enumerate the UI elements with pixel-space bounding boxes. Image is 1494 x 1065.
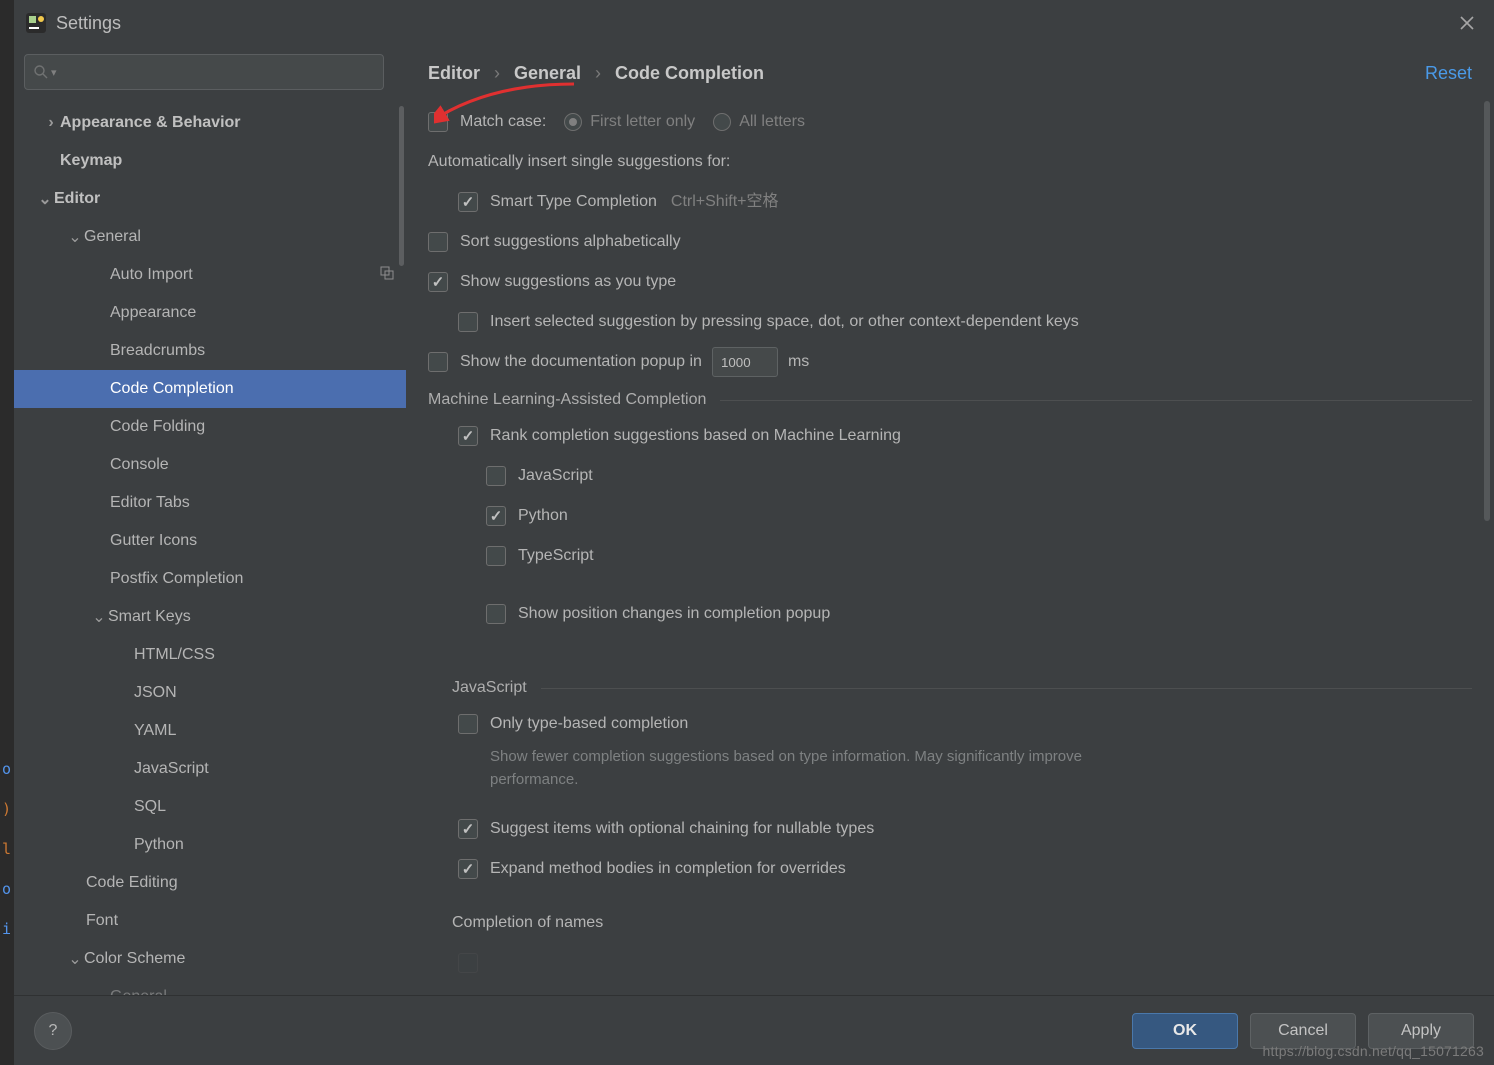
ml-py-label: Python — [518, 504, 568, 528]
ml-show-pos-label: Show position changes in completion popu… — [518, 602, 830, 626]
ml-section-title: Machine Learning-Assisted Completion — [428, 388, 1472, 412]
settings-content: Match case: First letter only All letter… — [406, 100, 1494, 995]
help-button[interactable]: ? — [34, 1012, 72, 1050]
js-optional-chain-label: Suggest items with optional chaining for… — [490, 817, 874, 841]
all-letters-radio[interactable] — [713, 113, 731, 131]
settings-tree: ›Appearance & Behavior Keymap ⌄Editor ⌄G… — [14, 98, 406, 995]
ml-ts-label: TypeScript — [518, 544, 594, 568]
window-title: Settings — [56, 13, 1452, 34]
tree-color-scheme[interactable]: ⌄Color Scheme — [14, 940, 406, 978]
first-letter-label: First letter only — [590, 110, 695, 134]
tree-smart-keys[interactable]: ⌄Smart Keys — [14, 598, 406, 636]
sidebar: ▾ ›Appearance & Behavior Keymap ⌄Editor … — [14, 46, 406, 995]
sort-alpha-checkbox[interactable] — [428, 232, 448, 252]
tree-javascript[interactable]: JavaScript — [14, 750, 406, 788]
tree-json[interactable]: JSON — [14, 674, 406, 712]
doc-popup-delay-input[interactable] — [712, 347, 778, 377]
ml-ts-checkbox[interactable] — [486, 546, 506, 566]
js-completion-names-label: Completion of names — [428, 903, 1472, 943]
close-icon — [1459, 15, 1475, 31]
watermark: https://blog.csdn.net/qq_15071263 — [1263, 1043, 1484, 1059]
chevron-right-icon: › — [494, 63, 500, 84]
breadcrumb-editor[interactable]: Editor — [428, 63, 480, 84]
tree-cs-general[interactable]: General — [14, 978, 406, 995]
tree-code-editing[interactable]: Code Editing — [14, 864, 406, 902]
titlebar: Settings — [14, 0, 1494, 46]
ml-py-checkbox[interactable] — [486, 506, 506, 526]
content-scrollbar[interactable] — [1484, 101, 1490, 521]
help-icon: ? — [49, 1022, 58, 1040]
tree-editor[interactable]: ⌄Editor — [14, 180, 406, 218]
tree-code-completion[interactable]: Code Completion — [14, 370, 406, 408]
app-icon — [26, 13, 46, 33]
sort-alpha-label: Sort suggestions alphabetically — [460, 230, 681, 254]
breadcrumb-general[interactable]: General — [514, 63, 581, 84]
truncated-checkbox[interactable] — [458, 953, 478, 973]
tree-font[interactable]: Font — [14, 902, 406, 940]
show-as-you-type-checkbox[interactable] — [428, 272, 448, 292]
ml-js-checkbox[interactable] — [486, 466, 506, 486]
tree-auto-import[interactable]: Auto Import — [14, 256, 406, 294]
js-only-type-checkbox[interactable] — [458, 714, 478, 734]
smart-type-checkbox[interactable] — [458, 192, 478, 212]
main-panel: Editor › General › Code Completion Reset… — [406, 46, 1494, 995]
show-doc-popup-label-a: Show the documentation popup in — [460, 350, 702, 374]
js-only-type-label: Only type-based completion — [490, 712, 688, 736]
js-expand-override-label: Expand method bodies in completion for o… — [490, 857, 846, 881]
tree-yaml[interactable]: YAML — [14, 712, 406, 750]
js-optional-chain-checkbox[interactable] — [458, 819, 478, 839]
tree-console[interactable]: Console — [14, 446, 406, 484]
match-case-label: Match case: — [460, 110, 546, 134]
tree-html-css[interactable]: HTML/CSS — [14, 636, 406, 674]
tree-code-folding[interactable]: Code Folding — [14, 408, 406, 446]
tree-gutter-icons[interactable]: Gutter Icons — [14, 522, 406, 560]
search-icon — [33, 64, 49, 80]
breadcrumb: Editor › General › Code Completion Reset — [406, 46, 1494, 100]
smart-type-label: Smart Type Completion — [490, 190, 657, 214]
tree-general[interactable]: ⌄General — [14, 218, 406, 256]
tree-postfix-completion[interactable]: Postfix Completion — [14, 560, 406, 598]
sidebar-scrollbar[interactable] — [399, 106, 404, 266]
close-button[interactable] — [1452, 8, 1482, 38]
tree-sql[interactable]: SQL — [14, 788, 406, 826]
background-strip: o ) l o i — [0, 0, 14, 1065]
show-doc-popup-checkbox[interactable] — [428, 352, 448, 372]
smart-type-shortcut: Ctrl+Shift+空格 — [671, 190, 779, 214]
ml-show-pos-checkbox[interactable] — [486, 604, 506, 624]
tree-keymap[interactable]: Keymap — [14, 142, 406, 180]
insert-selected-checkbox[interactable] — [458, 312, 478, 332]
ml-rank-checkbox[interactable] — [458, 426, 478, 446]
ml-rank-label: Rank completion suggestions based on Mac… — [490, 424, 901, 448]
breadcrumb-code-completion: Code Completion — [615, 63, 764, 84]
insert-selected-label: Insert selected suggestion by pressing s… — [490, 310, 1079, 334]
ok-button[interactable]: OK — [1132, 1013, 1238, 1049]
all-letters-label: All letters — [739, 110, 805, 134]
js-only-type-hint: Show fewer completion suggestions based … — [490, 746, 1130, 791]
auto-insert-label: Automatically insert single suggestions … — [428, 142, 1472, 182]
search-input[interactable]: ▾ — [24, 54, 384, 90]
settings-dialog: Settings ▾ ›Appearance & Behavior Keymap… — [14, 0, 1494, 1065]
tree-appearance-behavior[interactable]: ›Appearance & Behavior — [14, 104, 406, 142]
match-case-checkbox[interactable] — [428, 112, 448, 132]
tree-appearance2[interactable]: Appearance — [14, 294, 406, 332]
js-section-title: JavaScript — [452, 676, 1472, 700]
tree-python[interactable]: Python — [14, 826, 406, 864]
copy-icon — [380, 266, 394, 285]
tree-editor-tabs[interactable]: Editor Tabs — [14, 484, 406, 522]
tree-breadcrumbs[interactable]: Breadcrumbs — [14, 332, 406, 370]
show-as-you-type-label: Show suggestions as you type — [460, 270, 676, 294]
js-expand-override-checkbox[interactable] — [458, 859, 478, 879]
show-doc-popup-label-b: ms — [788, 350, 809, 374]
ml-js-label: JavaScript — [518, 464, 593, 488]
chevron-right-icon: › — [595, 63, 601, 84]
first-letter-radio[interactable] — [564, 113, 582, 131]
reset-link[interactable]: Reset — [1425, 63, 1472, 84]
